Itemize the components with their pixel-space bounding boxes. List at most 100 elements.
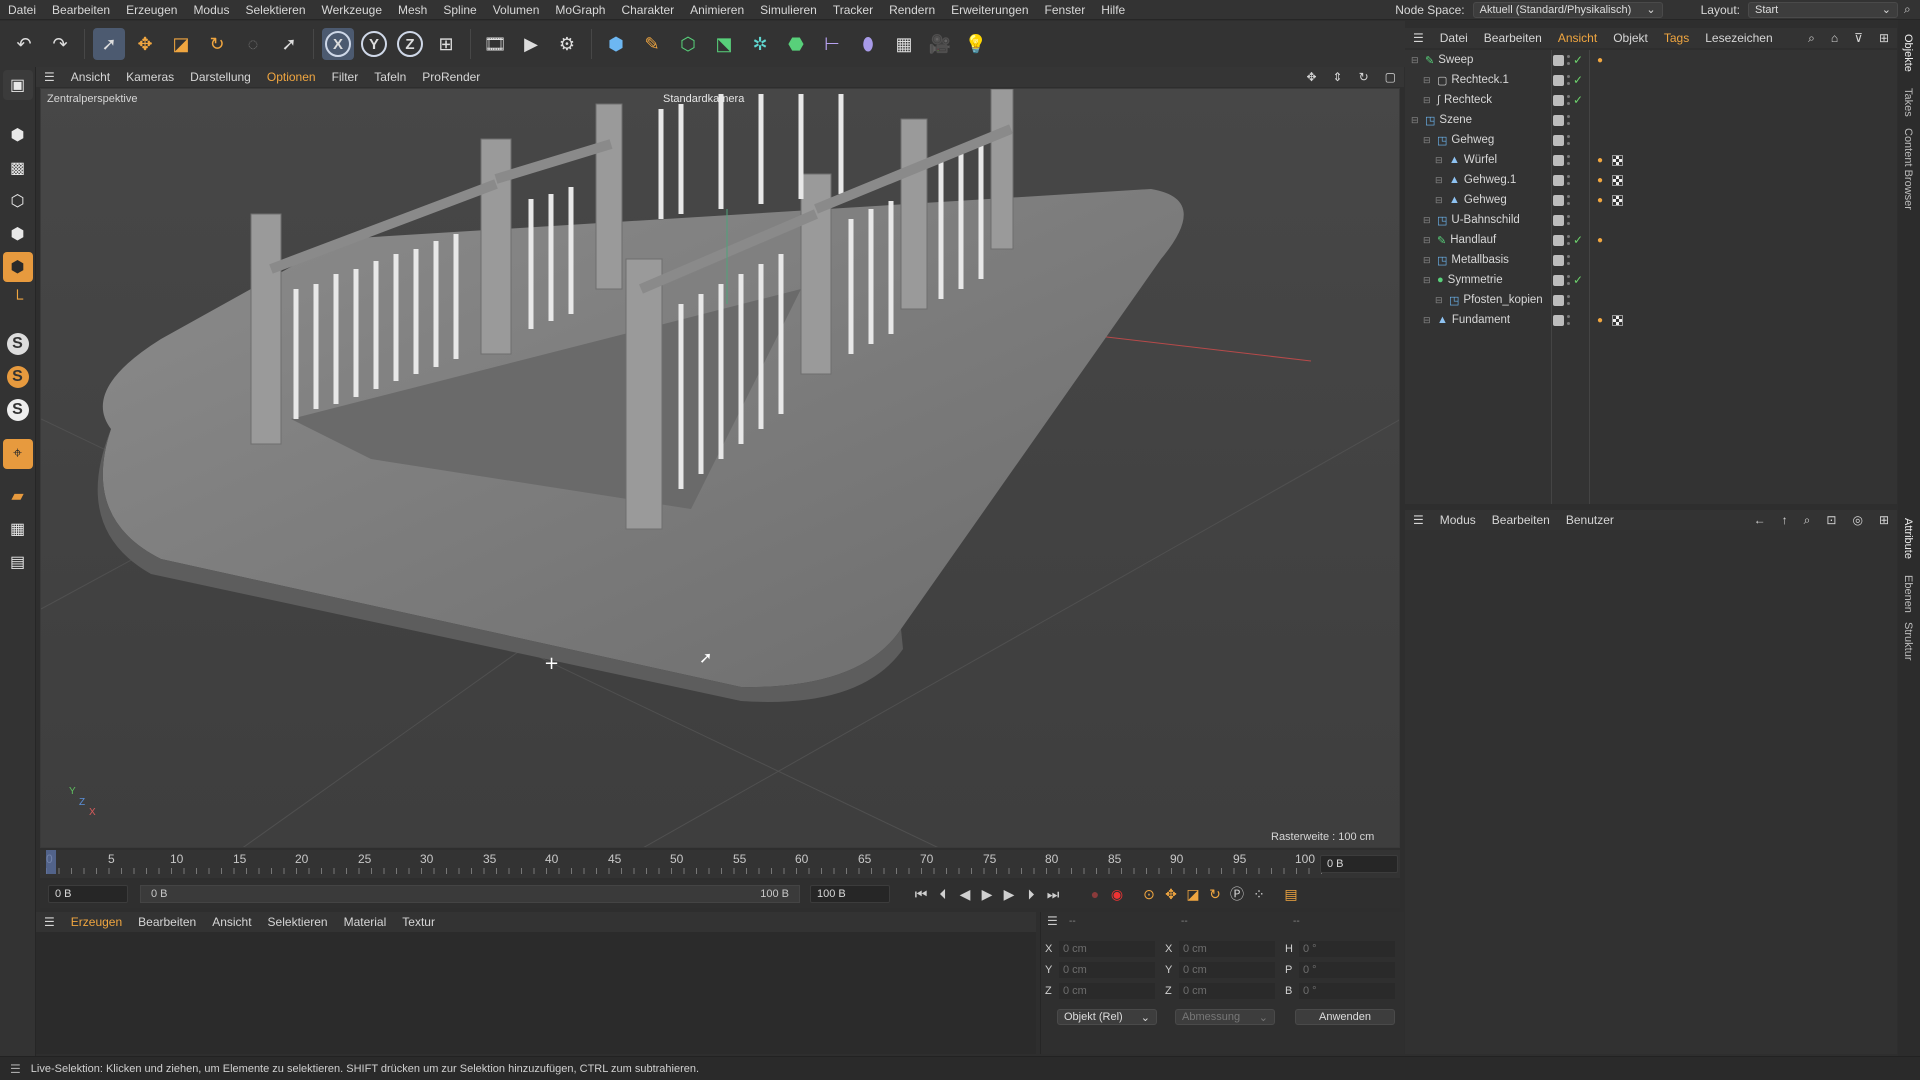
- menu-erweiterungen[interactable]: Erweiterungen: [943, 3, 1036, 17]
- back-arrow-icon[interactable]: ←: [1746, 513, 1774, 527]
- om-menu-tags[interactable]: Tags: [1656, 31, 1697, 45]
- layer-checkbox-icon[interactable]: [1553, 294, 1564, 306]
- timeline-ruler[interactable]: 0 5 10 15 20 25 30 35 40 45 50 55 60 65 …: [40, 850, 1400, 878]
- search-icon[interactable]: ⌕: [1796, 513, 1819, 528]
- mat-menu-bearbeiten[interactable]: Bearbeiten: [130, 915, 204, 929]
- fracture-icon[interactable]: ⬣: [780, 28, 812, 60]
- next-frame-icon[interactable]: ▶: [998, 883, 1020, 905]
- object-manager-tree[interactable]: ⊟ ✎ Sweep ✓ ● ⊟ ▢ Rechteck.1 ✓ ⊟ ∫ Rechteck ✓ ⊟ ◳ Szene…: [1405, 50, 1897, 504]
- filter-icon[interactable]: ⊽: [1846, 31, 1871, 45]
- visibility-dots-icon[interactable]: [1567, 215, 1570, 225]
- move-icon[interactable]: ✥: [129, 28, 161, 60]
- 3d-viewport[interactable]: + ➚ Zentralperspektive Standardkamera Ra…: [40, 88, 1400, 848]
- hamburger-icon[interactable]: ☰: [0, 1062, 31, 1076]
- render-view-icon[interactable]: ▶: [515, 28, 547, 60]
- object-row[interactable]: ⊟ ◳ Pfosten_kopien: [1405, 290, 1897, 310]
- layout-dropdown[interactable]: Start ⌄: [1748, 1, 1898, 18]
- menu-charakter[interactable]: Charakter: [613, 3, 682, 17]
- tab-content-browser[interactable]: Content Browser: [1902, 128, 1914, 210]
- hamburger-icon[interactable]: ☰: [1405, 31, 1432, 45]
- coordinate-system-icon[interactable]: ⊞: [430, 28, 462, 60]
- object-row[interactable]: ⊟ ◳ Metallbasis: [1405, 250, 1897, 270]
- visibility-dots-icon[interactable]: [1567, 175, 1570, 185]
- z-axis-lock-icon[interactable]: Z: [394, 28, 426, 60]
- snap-icon[interactable]: ⌖: [2, 439, 33, 469]
- pen-icon[interactable]: ✎: [636, 28, 668, 60]
- visibility-dots-icon[interactable]: [1567, 115, 1570, 125]
- menu-simulieren[interactable]: Simulieren: [752, 3, 825, 17]
- om-menu-lesezeichen[interactable]: Lesezeichen: [1697, 31, 1780, 45]
- expand-toggle-icon[interactable]: ⊟: [1423, 75, 1433, 86]
- object-row[interactable]: ⊟ ∫ Rechteck ✓: [1405, 90, 1897, 110]
- keyframe-selection-icon[interactable]: ⊙: [1138, 883, 1160, 905]
- field-icon[interactable]: ⬮: [852, 28, 884, 60]
- last-tool-icon[interactable]: ◌: [237, 28, 269, 60]
- visibility-dots-icon[interactable]: [1567, 155, 1570, 165]
- points-mode-icon[interactable]: ⬡: [3, 186, 33, 216]
- menu-mesh[interactable]: Mesh: [390, 3, 435, 17]
- texture-mode-icon[interactable]: ▩: [3, 153, 33, 183]
- vp-menu-kameras[interactable]: Kameras: [118, 70, 182, 84]
- up-arrow-icon[interactable]: ↑: [1774, 513, 1796, 527]
- menu-mograph[interactable]: MoGraph: [547, 3, 613, 17]
- home-icon[interactable]: ⌂: [1823, 31, 1846, 45]
- maximize-view-icon[interactable]: ▢: [1377, 70, 1404, 84]
- material-manager-area[interactable]: [36, 932, 1036, 1054]
- previous-frame-icon[interactable]: ◀: [954, 883, 976, 905]
- cube-icon[interactable]: ⬢: [600, 28, 632, 60]
- visibility-dots-icon[interactable]: [1567, 55, 1570, 65]
- visibility-dots-icon[interactable]: [1567, 255, 1570, 265]
- expand-toggle-icon[interactable]: ⊟: [1435, 175, 1445, 186]
- next-key-icon[interactable]: ⏵: [1020, 883, 1042, 905]
- go-to-end-icon[interactable]: ⏭: [1042, 883, 1064, 905]
- size-y-field[interactable]: 0 cm: [1179, 962, 1275, 978]
- floor-icon[interactable]: ▦: [888, 28, 920, 60]
- end-frame-field[interactable]: 100 B: [810, 885, 890, 903]
- go-to-start-icon[interactable]: ⏮: [910, 883, 932, 905]
- menu-modus[interactable]: Modus: [185, 3, 237, 17]
- menu-fenster[interactable]: Fenster: [1037, 3, 1094, 17]
- mat-menu-selektieren[interactable]: Selektieren: [260, 915, 336, 929]
- hamburger-icon[interactable]: ☰: [36, 70, 63, 84]
- vp-menu-tafeln[interactable]: Tafeln: [366, 70, 414, 84]
- hamburger-icon[interactable]: ☰: [1047, 914, 1058, 928]
- previous-key-icon[interactable]: ⏴: [932, 883, 954, 905]
- expand-toggle-icon[interactable]: ⊟: [1423, 215, 1433, 226]
- menu-tracker[interactable]: Tracker: [825, 3, 881, 17]
- locked-workplane-icon[interactable]: ▦: [3, 514, 33, 544]
- om-menu-datei[interactable]: Datei: [1432, 31, 1476, 45]
- layer-checkbox-icon[interactable]: [1553, 214, 1564, 226]
- enabled-check-icon[interactable]: ✓: [1573, 273, 1583, 287]
- layer-checkbox-icon[interactable]: [1553, 234, 1564, 246]
- search-icon[interactable]: ⌕: [1904, 2, 1920, 17]
- position-y-field[interactable]: 0 cm: [1059, 962, 1155, 978]
- tab-ebenen[interactable]: Ebenen: [1902, 575, 1914, 613]
- live-selection-icon[interactable]: ➚: [93, 28, 125, 60]
- om-menu-objekt[interactable]: Objekt: [1605, 31, 1656, 45]
- enabled-check-icon[interactable]: ✓: [1573, 233, 1583, 247]
- menu-hilfe[interactable]: Hilfe: [1093, 3, 1133, 17]
- solo-hierarchy-icon[interactable]: S: [3, 395, 33, 425]
- solo-selection-icon[interactable]: S: [3, 362, 33, 392]
- polygons-mode-icon[interactable]: ⬢: [2, 252, 33, 282]
- expand-toggle-icon[interactable]: ⊟: [1435, 155, 1445, 166]
- key-scale-icon[interactable]: ◪: [1182, 883, 1204, 905]
- camera-name-label[interactable]: Standardkamera: [663, 93, 744, 105]
- scale-icon[interactable]: ◪: [165, 28, 197, 60]
- menu-animieren[interactable]: Animieren: [682, 3, 752, 17]
- visibility-dots-icon[interactable]: [1567, 95, 1570, 105]
- layer-checkbox-icon[interactable]: [1553, 94, 1564, 106]
- solo-icon[interactable]: S: [3, 329, 33, 359]
- frame-range-slider[interactable]: 0 B 100 B: [140, 885, 800, 903]
- planar-workplane-icon[interactable]: ▤: [3, 547, 33, 577]
- lock-icon[interactable]: ⊡: [1818, 513, 1844, 527]
- undo-icon[interactable]: ↶: [8, 28, 40, 60]
- object-row[interactable]: ⊟ ▢ Rechteck.1 ✓: [1405, 70, 1897, 90]
- expand-toggle-icon[interactable]: ⊟: [1423, 315, 1433, 326]
- material-tag-icon[interactable]: [1612, 174, 1623, 186]
- object-row[interactable]: ⊟ ● Symmetrie ✓: [1405, 270, 1897, 290]
- tab-attribute[interactable]: Attribute: [1902, 518, 1914, 559]
- phong-tag-icon[interactable]: ●: [1597, 55, 1608, 66]
- tab-takes[interactable]: Takes: [1902, 88, 1914, 117]
- menu-spline[interactable]: Spline: [435, 3, 484, 17]
